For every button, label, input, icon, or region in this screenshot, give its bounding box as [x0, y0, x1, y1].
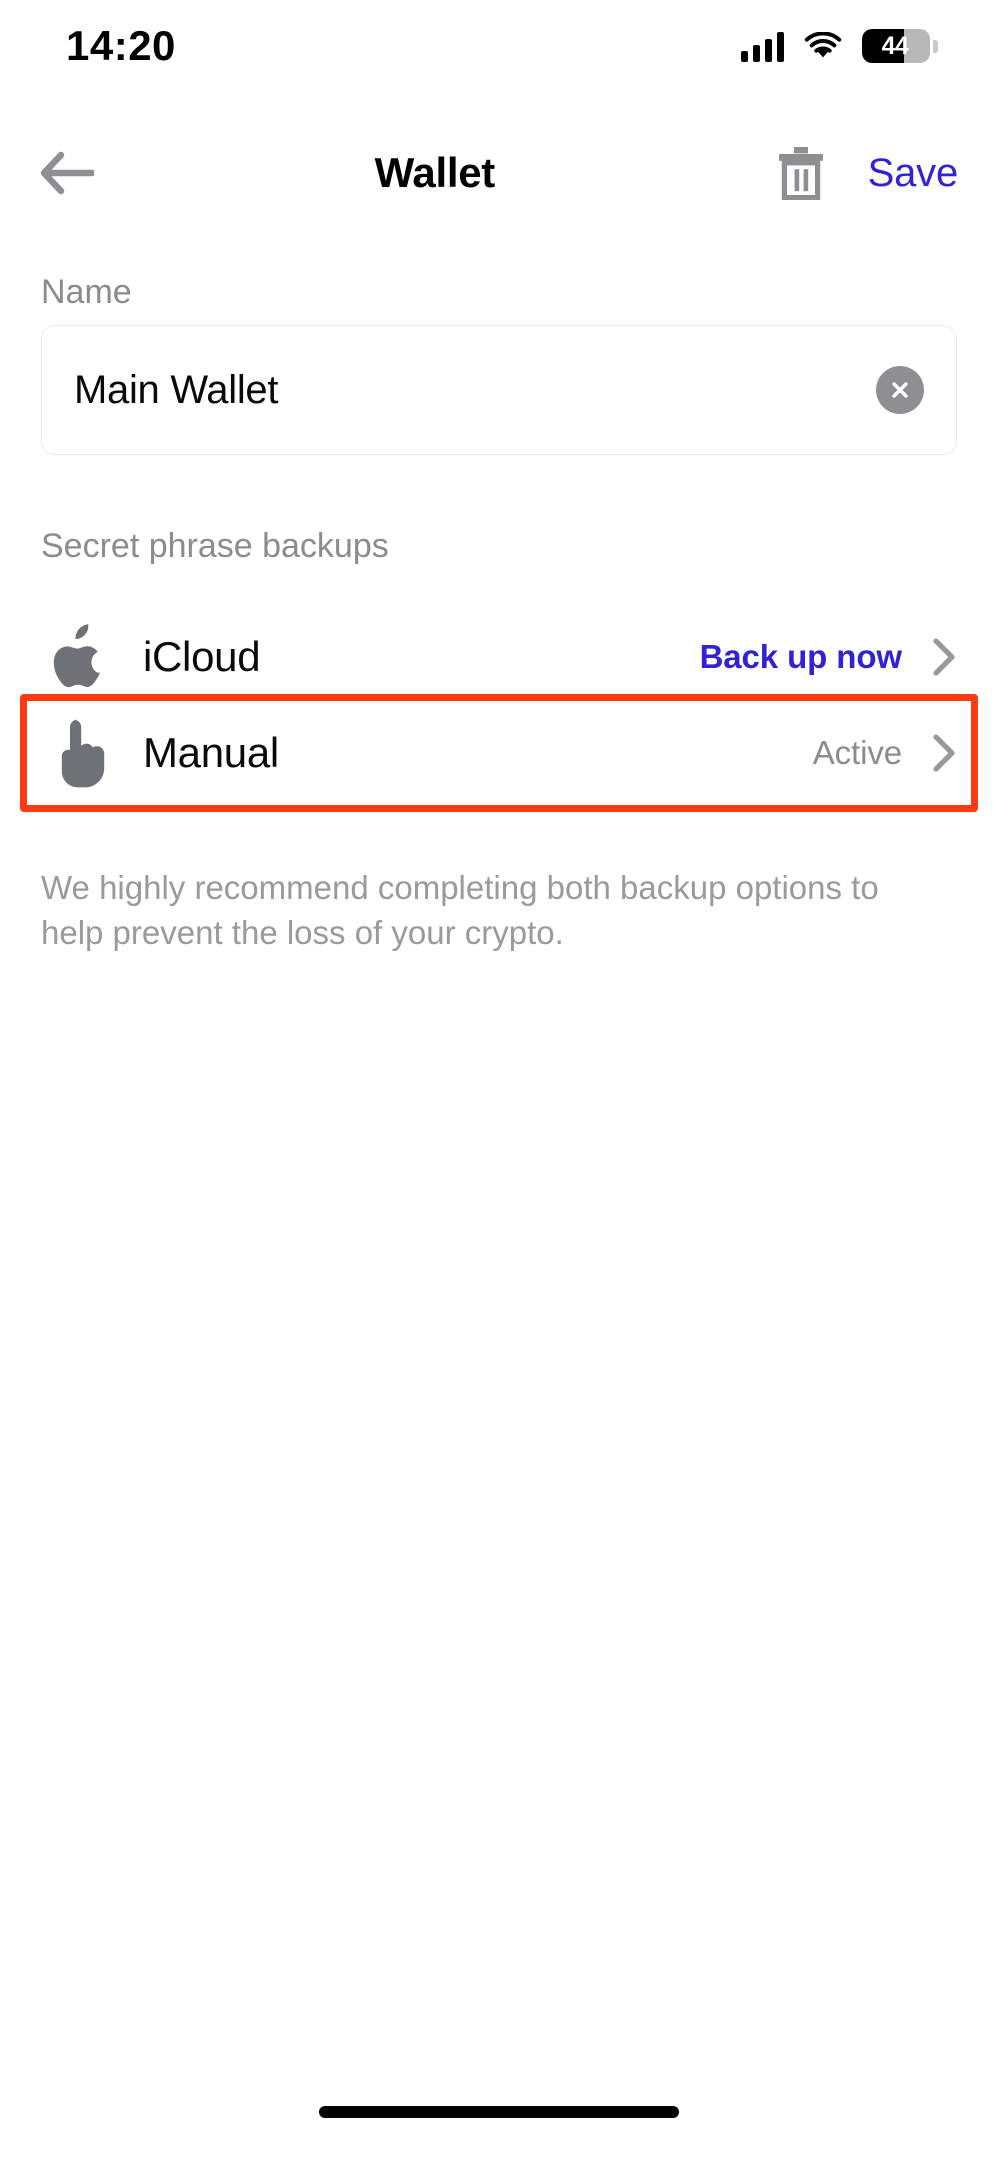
name-input-value[interactable]: Main Wallet	[74, 368, 876, 413]
name-field-label: Name	[41, 273, 132, 311]
pointing-hand-icon	[41, 717, 117, 789]
arrow-left-icon	[40, 151, 94, 195]
backups-helper-text: We highly recommend completing both back…	[41, 869, 879, 951]
cellular-signal-icon	[741, 30, 784, 62]
chevron-right-icon	[933, 638, 955, 676]
backup-row-label: iCloud	[143, 633, 261, 680]
trash-icon	[778, 147, 823, 200]
backup-list: iCloud Back up now Manual Active	[0, 613, 998, 812]
status-bar: 14:20 44	[0, 0, 998, 92]
back-button[interactable]	[28, 134, 106, 212]
battery-icon: 44	[862, 29, 938, 63]
clear-name-button[interactable]	[876, 366, 924, 414]
nav-actions: Save	[774, 143, 968, 203]
backups-section-label: Secret phrase backups	[41, 527, 389, 565]
page-title: Wallet	[374, 149, 496, 196]
backup-row-manual[interactable]: Manual Active	[0, 709, 998, 797]
home-indicator[interactable]	[319, 2106, 679, 2118]
status-indicators: 44	[741, 29, 938, 63]
battery-level: 44	[881, 31, 909, 60]
manual-backup-status: Active	[812, 734, 902, 771]
apple-icon	[41, 623, 117, 691]
clear-circle-icon	[892, 382, 908, 398]
nav-bar: Wallet Save	[0, 130, 998, 216]
chevron-right-icon	[933, 734, 955, 772]
save-button[interactable]: Save	[868, 151, 959, 196]
backup-row-icloud[interactable]: iCloud Back up now	[0, 613, 998, 701]
backup-row-label: Manual	[143, 729, 279, 776]
backup-row-manual-wrapper: Manual Active	[0, 694, 998, 812]
wifi-icon	[804, 32, 842, 58]
delete-wallet-button[interactable]	[774, 143, 828, 203]
name-input[interactable]: Main Wallet	[41, 325, 957, 455]
phone-screen: 14:20 44 Wallet Save Name Main Wallet Se…	[0, 0, 998, 2160]
status-time: 14:20	[66, 22, 176, 69]
icloud-backup-action[interactable]: Back up now	[700, 638, 903, 676]
